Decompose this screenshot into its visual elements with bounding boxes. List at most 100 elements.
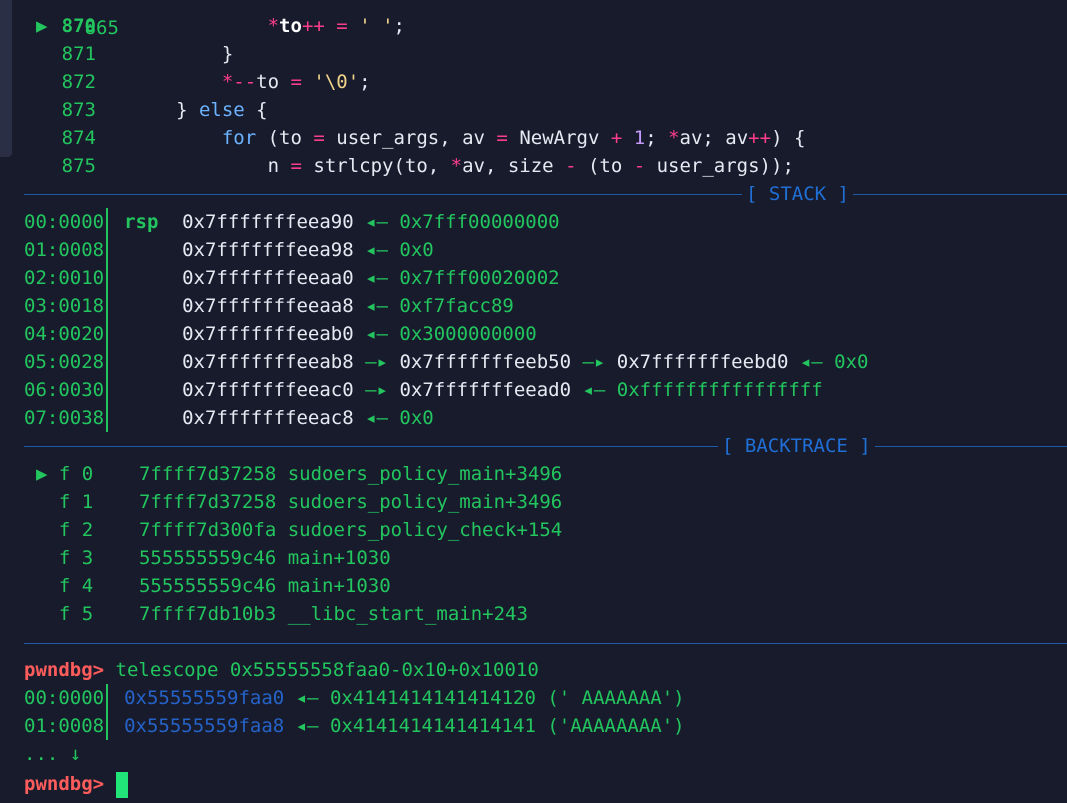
current-frame-arrow-icon: ▶ [36, 463, 59, 485]
stack-value: 0x7fffffffeeab8 [182, 351, 354, 373]
code-token: + [610, 127, 623, 149]
current-line-arrow-icon [36, 96, 47, 124]
frame-symbol: sudoers_policy_main+3496 [276, 491, 563, 513]
current-frame-arrow-icon [36, 575, 59, 597]
stack-separator [24, 194, 1067, 195]
stack-value: 0x7fffffffeeab0 [182, 323, 354, 345]
stack-value: 0x7fffffffeeaa0 [182, 267, 354, 289]
code-token: 1 [633, 127, 646, 149]
backtrace-separator [24, 446, 1067, 447]
telescope-offset: 01:0008 [24, 715, 105, 737]
line-number: 873 [61, 99, 96, 121]
stack-value: 0x7fffffffeeac8 [182, 407, 354, 429]
stack-bar [106, 320, 109, 348]
stack-row: 00:0000 rsp 0x7fffffffeea90 ◂— 0x7fff00000… [24, 208, 560, 236]
stack-bar [106, 264, 109, 292]
frame-index: f 5 [58, 603, 94, 625]
current-frame-arrow-icon [36, 547, 59, 569]
stack-value: —▸ [353, 379, 400, 401]
backtrace-row: f 3 555555559c46 main+1030 [36, 544, 391, 572]
telescope-value: ◂— 0x4141414141414141 ('AAAAAAAA') [284, 715, 685, 737]
code-token: = [290, 155, 302, 177]
telescope-bar [106, 684, 109, 712]
stack-value: ◂— 0x3000000000 [353, 323, 537, 345]
code-token: ++ [301, 15, 325, 37]
frame-address: 7ffff7d37258 [138, 463, 277, 485]
stack-bar [106, 236, 109, 264]
telescope-row: 01:0008 0x55555559faa8 ◂— 0x4141414141414… [24, 712, 685, 740]
stack-row: 04:0020 0x7fffffffeeab0 ◂— 0x3000000000 [24, 320, 537, 348]
code-token: } [221, 43, 234, 65]
telescope-value: ◂— 0x4141414141414120 (' AAAAAAA') [284, 687, 685, 709]
source-line: 874 for (to = user_args, av = NewArgv + … [0, 124, 806, 152]
line-number: 870 [61, 15, 96, 37]
frame-symbol: sudoers_policy_check+154 [276, 519, 563, 541]
stack-value: 0x7fffffffeeac0 [182, 379, 354, 401]
telescope-row: 00:0000 0x55555559faa0 ◂— 0x4141414141414… [24, 684, 685, 712]
stack-bar [106, 404, 109, 432]
code-token: (to [576, 155, 634, 177]
stack-row: 05:0028 0x7fffffffeeab8 —▸ 0x7fffffffeeb5… [24, 348, 868, 376]
command-line: pwndbg> telescope 0x55555558faa0-0x10+0x… [24, 656, 539, 684]
stack-value: ◂— 0xffffffffffffffff [571, 379, 823, 401]
stack-row: 06:0030 0x7fffffffeeac0 —▸ 0x7fffffffeead… [24, 376, 823, 404]
telescope-address: 0x55555559faa8 [124, 715, 285, 737]
code-token: ++ [748, 127, 772, 149]
line-number: 871 [61, 43, 96, 65]
code-token: else [198, 99, 245, 121]
stack-bar [106, 348, 109, 376]
frame-address: 555555559c46 [138, 575, 277, 597]
frame-index: f 1 [58, 491, 94, 513]
line-number: 874 [61, 127, 96, 149]
current-frame-arrow-icon [36, 491, 59, 513]
code-token: ; [359, 71, 371, 93]
line-number: 875 [61, 155, 96, 177]
terminal-cursor[interactable] [115, 771, 128, 798]
line-number: 872 [61, 71, 96, 93]
code-token: - [633, 155, 646, 177]
stack-row: 01:0008 0x7fffffffeea98 ◂— 0x0 [24, 236, 434, 264]
code-token: ) { [771, 127, 806, 149]
code-token: for [221, 127, 257, 149]
stack-row: 07:0038 0x7fffffffeeac8 ◂— 0x0 [24, 404, 434, 432]
code-token: strlcpy(to, [301, 155, 451, 177]
stack-offset: 01:0008 [24, 239, 105, 261]
current-line-arrow-icon [36, 124, 47, 152]
source-line: 875 n = strlcpy(to, *av, size - (to - us… [0, 152, 794, 180]
stack-value: 0x7fffffffeeb50 [399, 351, 572, 373]
prompt: pwndbg> [24, 659, 105, 681]
frame-index: f 2 [58, 519, 94, 541]
ellipsis: ... ↓ [24, 743, 82, 765]
current-line-arrow-icon [36, 40, 47, 68]
frame-index: f 3 [58, 547, 94, 569]
telescope-address: 0x55555559faa0 [124, 687, 285, 709]
code-token: = [290, 71, 302, 93]
frame-symbol: sudoers_policy_main+3496 [276, 463, 563, 485]
stack-bar [106, 208, 109, 236]
current-line-arrow-icon: ▶ [36, 15, 48, 37]
context-end-separator [24, 643, 1067, 644]
code-token: user_args, av [324, 127, 497, 149]
register-label: rsp [124, 211, 159, 233]
backtrace-row: ▶ f 0 7ffff7d37258 sudoers_policy_main+3… [36, 460, 562, 488]
stack-offset: 07:0038 [24, 407, 105, 429]
code-token: n [267, 155, 291, 177]
stack-offset: 04:0020 [24, 323, 105, 345]
telescope-bar [106, 712, 109, 740]
code-token: to [279, 15, 302, 37]
code-token: av; av [679, 127, 749, 149]
stack-value: ◂— 0x0 [353, 239, 434, 261]
input-line[interactable]: pwndbg> [24, 770, 128, 798]
stack-offset: 03:0018 [24, 295, 105, 317]
